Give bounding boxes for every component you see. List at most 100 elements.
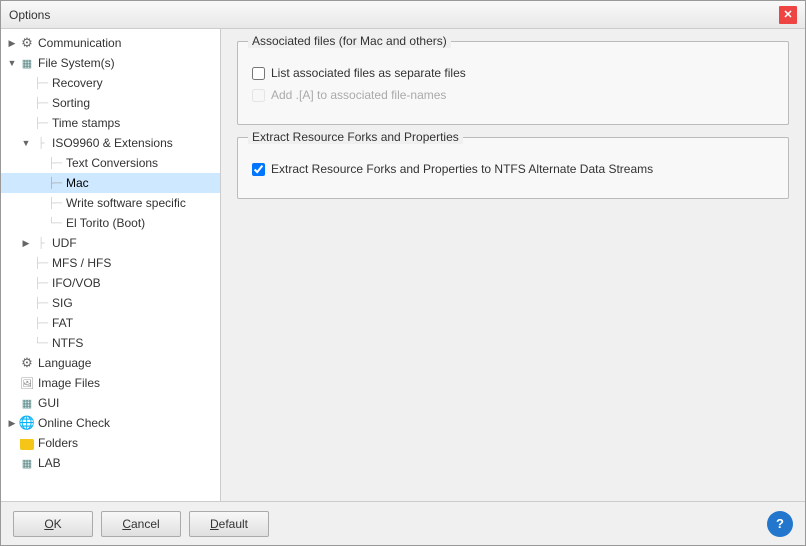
ok-label: OK <box>44 517 61 531</box>
list-associated-files-label[interactable]: List associated files as separate files <box>271 66 466 80</box>
sidebar-item-textconv[interactable]: ├─ Text Conversions <box>1 153 220 173</box>
sidebar-item-onlinecheck[interactable]: ▶ 🌐 Online Check <box>1 413 220 433</box>
sidebar-item-label: SIG <box>52 296 73 310</box>
expander-icon <box>19 116 33 130</box>
section2-legend: Extract Resource Forks and Properties <box>248 130 463 144</box>
expander-icon <box>5 456 19 470</box>
footer: OK Cancel Default ? <box>1 501 805 545</box>
extract-resource-forks-label[interactable]: Extract Resource Forks and Properties to… <box>271 162 653 176</box>
line-icon: └─ <box>33 335 49 351</box>
titlebar: Options ✕ <box>1 1 805 29</box>
sidebar-item-ifovob[interactable]: ├─ IFO/VOB <box>1 273 220 293</box>
options-window: Options ✕ ▶ ⚙ Communication ▼ ▦ File Sys… <box>0 0 806 546</box>
sidebar-item-gui[interactable]: ▦ GUI <box>1 393 220 413</box>
line-icon: ├─ <box>33 295 49 311</box>
add-associated-names-checkbox <box>252 89 265 102</box>
sidebar-item-label: Mac <box>66 176 89 190</box>
expander-icon <box>33 156 47 170</box>
sidebar-item-imagefiles[interactable]: 🖼 Image Files <box>1 373 220 393</box>
expander-icon: ▶ <box>5 36 19 50</box>
globe-icon: 🌐 <box>19 415 35 431</box>
close-button[interactable]: ✕ <box>779 6 797 24</box>
sidebar-item-label: Time stamps <box>52 116 120 130</box>
image-icon: 🖼 <box>19 375 35 391</box>
sidebar-item-label: Sorting <box>52 96 90 110</box>
sidebar-item-label: Communication <box>38 36 121 50</box>
gear-icon: ⚙ <box>19 35 35 51</box>
extract-resource-forks-row: Extract Resource Forks and Properties to… <box>252 162 774 176</box>
sidebar-item-label: Image Files <box>38 376 100 390</box>
expander-icon <box>19 336 33 350</box>
associated-files-section: Associated files (for Mac and others) Li… <box>237 41 789 125</box>
sidebar-item-label: Online Check <box>38 416 110 430</box>
sidebar-item-label: Text Conversions <box>66 156 158 170</box>
grid-icon: ▦ <box>19 395 35 411</box>
sidebar-item-writesoftware[interactable]: ├─ Write software specific <box>1 193 220 213</box>
expander-icon <box>19 76 33 90</box>
window-title: Options <box>9 8 50 22</box>
sidebar-item-label: IFO/VOB <box>52 276 101 290</box>
sidebar-item-communication[interactable]: ▶ ⚙ Communication <box>1 33 220 53</box>
list-associated-files-checkbox[interactable] <box>252 67 265 80</box>
sidebar-item-label: LAB <box>38 456 61 470</box>
sidebar-item-timestamps[interactable]: ├─ Time stamps <box>1 113 220 133</box>
help-button[interactable]: ? <box>767 511 793 537</box>
line-icon: ├─ <box>33 75 49 91</box>
line-icon: ├─ <box>33 275 49 291</box>
line-icon: └─ <box>47 215 63 231</box>
ok-button[interactable]: OK <box>13 511 93 537</box>
section1-legend: Associated files (for Mac and others) <box>248 34 451 48</box>
line-icon: ├─ <box>47 155 63 171</box>
sidebar-item-fat[interactable]: ├─ FAT <box>1 313 220 333</box>
grid-icon: ▦ <box>19 455 35 471</box>
line-icon: ├─ <box>33 115 49 131</box>
grid-icon: ▦ <box>19 55 35 71</box>
extract-resource-forks-section: Extract Resource Forks and Properties Ex… <box>237 137 789 199</box>
sidebar-item-label: UDF <box>52 236 77 250</box>
expander-icon <box>19 256 33 270</box>
line-icon: ├ <box>33 235 49 251</box>
expander-icon <box>33 196 47 210</box>
sidebar-item-sig[interactable]: ├─ SIG <box>1 293 220 313</box>
line-icon: ├─ <box>33 95 49 111</box>
extract-resource-forks-checkbox[interactable] <box>252 163 265 176</box>
add-associated-names-row: Add .[A] to associated file-names <box>252 88 774 102</box>
expander-icon <box>5 356 19 370</box>
sidebar-item-label: MFS / HFS <box>52 256 111 270</box>
sidebar-item-iso9960[interactable]: ▼ ├ ISO9960 & Extensions <box>1 133 220 153</box>
expander-icon: ▼ <box>19 136 33 150</box>
sidebar-item-label: GUI <box>38 396 59 410</box>
expander-icon <box>19 296 33 310</box>
sidebar-item-sorting[interactable]: ├─ Sorting <box>1 93 220 113</box>
sidebar-item-filesystems[interactable]: ▼ ▦ File System(s) <box>1 53 220 73</box>
sidebar-item-folders[interactable]: Folders <box>1 433 220 453</box>
expander-icon <box>33 216 47 230</box>
line-icon: ├ <box>33 135 49 151</box>
sidebar-item-mfshfs[interactable]: ├─ MFS / HFS <box>1 253 220 273</box>
default-button[interactable]: Default <box>189 511 269 537</box>
sidebar-item-language[interactable]: ⚙ Language <box>1 353 220 373</box>
line-icon: ├─ <box>47 195 63 211</box>
content-area: ▶ ⚙ Communication ▼ ▦ File System(s) ├─ … <box>1 29 805 501</box>
sidebar-item-label: File System(s) <box>38 56 115 70</box>
sidebar-item-label: El Torito (Boot) <box>66 216 145 230</box>
default-label: Default <box>210 517 248 531</box>
sidebar-item-recovery[interactable]: ├─ Recovery <box>1 73 220 93</box>
sidebar-item-label: Recovery <box>52 76 103 90</box>
expander-icon <box>19 316 33 330</box>
expander-icon <box>19 276 33 290</box>
sidebar-item-label: Language <box>38 356 91 370</box>
expander-icon <box>33 176 47 190</box>
gear-icon: ⚙ <box>19 355 35 371</box>
sidebar-item-lab[interactable]: ▦ LAB <box>1 453 220 473</box>
add-associated-names-label: Add .[A] to associated file-names <box>271 88 446 102</box>
sidebar-item-eltorito[interactable]: └─ El Torito (Boot) <box>1 213 220 233</box>
folder-icon <box>19 435 35 451</box>
sidebar-item-label: Write software specific <box>66 196 186 210</box>
sidebar-item-mac[interactable]: ├─ Mac <box>1 173 220 193</box>
sidebar-item-ntfs[interactable]: └─ NTFS <box>1 333 220 353</box>
sidebar-item-udf[interactable]: ▶ ├ UDF <box>1 233 220 253</box>
line-icon: ├─ <box>33 255 49 271</box>
cancel-button[interactable]: Cancel <box>101 511 181 537</box>
sidebar-tree: ▶ ⚙ Communication ▼ ▦ File System(s) ├─ … <box>1 29 221 501</box>
